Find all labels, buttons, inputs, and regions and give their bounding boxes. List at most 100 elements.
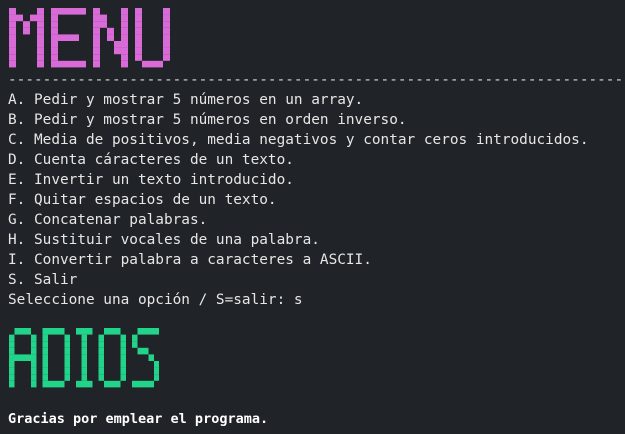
banner-pixel	[81, 341, 87, 348]
banner-pixel	[143, 380, 149, 388]
adios-banner-art	[9, 328, 159, 388]
banner-pixel	[53, 328, 59, 335]
banner-pixel	[51, 41, 58, 48]
banner-pixel	[98, 341, 104, 348]
banner-pixel	[76, 328, 82, 335]
banner-pixel	[65, 34, 72, 41]
banner-pixel	[9, 347, 15, 355]
banner-pixel	[9, 341, 15, 348]
banner-pixel	[42, 328, 48, 335]
option-prompt[interactable]: Seleccione una opción / S=salir: s	[8, 290, 303, 310]
banner-pixel	[23, 27, 30, 35]
banner-pixel	[135, 47, 142, 55]
banner-pixel	[31, 380, 37, 388]
banner-pixel	[93, 14, 100, 22]
menu-item-h: H. Sustituir vocales de una palabra.	[8, 232, 320, 248]
banner-pixel	[37, 27, 44, 35]
terminal-window: ----------------------------------------…	[0, 0, 625, 434]
banner-pixel	[93, 34, 100, 41]
banner-pixel	[143, 347, 149, 355]
banner-pixel	[163, 41, 170, 48]
banner-pixel	[9, 34, 16, 41]
banner-pixel	[93, 54, 100, 61]
adios-banner	[9, 328, 159, 390]
banner-pixel	[14, 354, 20, 361]
banner-pixel	[58, 60, 65, 68]
banner-pixel	[135, 14, 142, 22]
banner-pixel	[9, 380, 15, 388]
banner-pixel	[154, 367, 159, 375]
banner-pixel	[9, 374, 15, 381]
banner-pixel	[42, 334, 48, 342]
banner-pixel	[87, 328, 93, 335]
menu-item-s: S. Salir	[8, 272, 78, 288]
banner-pixel	[79, 8, 86, 15]
banner-pixel	[81, 361, 87, 368]
banner-pixel	[104, 380, 110, 388]
banner-pixel	[9, 14, 16, 22]
banner-pixel	[154, 374, 159, 381]
banner-pixel	[42, 354, 48, 361]
banner-pixel	[81, 374, 87, 381]
banner-pixel	[14, 328, 20, 335]
banner-pixel	[142, 60, 149, 68]
banner-pixel	[72, 8, 79, 15]
banner-pixel	[64, 361, 70, 368]
banner-pixel	[132, 341, 138, 348]
banner-pixel	[98, 354, 104, 361]
banner-pixel	[25, 328, 31, 335]
banner-pixel	[121, 14, 128, 22]
banner-pixel	[9, 8, 16, 15]
banner-pixel	[81, 380, 87, 388]
banner-pixel	[163, 34, 170, 41]
banner-pixel	[100, 14, 107, 22]
banner-pixel	[120, 354, 126, 361]
banner-pixel	[9, 354, 15, 361]
banner-pixel	[25, 354, 31, 361]
banner-pixel	[93, 41, 100, 48]
banner-pixel	[120, 367, 126, 375]
banner-pixel	[120, 347, 126, 355]
banner-pixel	[42, 380, 48, 388]
banner-pixel	[135, 34, 142, 41]
banner-pixel	[64, 354, 70, 361]
banner-pixel	[87, 380, 93, 388]
banner-pixel	[135, 54, 142, 61]
menu-item-c: C. Media de positivos, media negativos y…	[8, 132, 589, 148]
menu-banner-art	[9, 8, 170, 68]
banner-pixel	[93, 21, 100, 28]
banner-pixel	[64, 347, 70, 355]
banner-pixel	[156, 60, 163, 68]
banner-pixel	[51, 47, 58, 55]
banner-pixel	[143, 328, 149, 335]
banner-pixel	[163, 54, 170, 61]
banner-pixel	[31, 347, 37, 355]
banner-pixel	[121, 27, 128, 35]
banner-pixel	[163, 21, 170, 28]
banner-pixel	[163, 27, 170, 35]
banner-pixel	[51, 27, 58, 35]
banner-pixel	[79, 60, 86, 68]
banner-pixel	[121, 60, 128, 68]
banner-pixel	[30, 14, 37, 22]
banner-pixel	[148, 380, 154, 388]
banner-pixel	[121, 8, 128, 15]
banner-pixel	[37, 14, 44, 22]
banner-pixel	[98, 361, 104, 368]
banner-pixel	[51, 34, 58, 41]
banner-pixel	[121, 54, 128, 61]
banner-pixel	[51, 21, 58, 28]
banner-pixel	[31, 374, 37, 381]
banner-pixel	[9, 334, 15, 342]
banner-pixel	[51, 60, 58, 68]
banner-pixel	[81, 354, 87, 361]
banner-pixel	[65, 8, 72, 15]
banner-pixel	[16, 14, 23, 22]
banner-pixel	[93, 8, 100, 15]
banner-pixel	[65, 60, 72, 68]
banner-pixel	[135, 8, 142, 15]
banner-pixel	[135, 41, 142, 48]
banner-pixel	[148, 328, 154, 335]
menu-item-i: I. Convertir palabra a caracteres a ASCI…	[8, 252, 372, 268]
banner-pixel	[115, 328, 121, 335]
